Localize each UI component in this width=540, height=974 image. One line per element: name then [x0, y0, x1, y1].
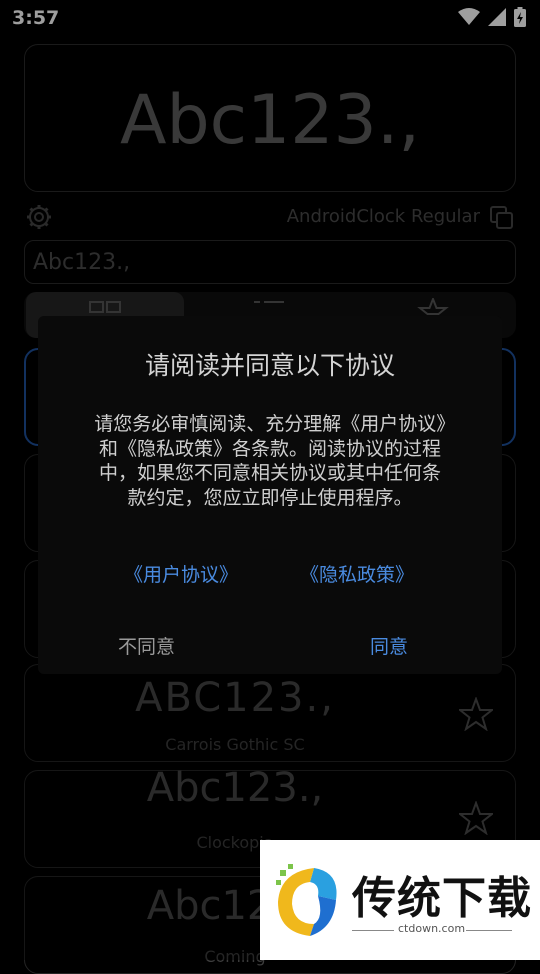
dialog-body: 请您务必审慎阅读、充分理解《用户协议》和《隐私政策》各条款。阅读协议的过程中，如… — [94, 413, 446, 509]
user-agreement-link[interactable]: 《用户协议》 — [124, 560, 238, 587]
watermark-title: 传统下载 — [352, 873, 532, 924]
watermark-divider — [352, 930, 394, 931]
watermark-logo-icon — [276, 864, 337, 936]
dialog-title: 请阅读并同意以下协议 — [144, 351, 395, 380]
agree-button[interactable]: 同意 — [370, 632, 408, 659]
watermark-divider — [466, 930, 512, 931]
agreement-dialog: 请阅读并同意以下协议 请您务必审慎阅读、充分理解《用户协议》和《隐私政策》各条款… — [38, 316, 502, 674]
watermark-badge: 传统下载 ctdown.com — [260, 840, 540, 960]
privacy-policy-link[interactable]: 《隐私政策》 — [300, 560, 414, 587]
disagree-button[interactable]: 不同意 — [118, 632, 175, 659]
watermark-url: ctdown.com — [398, 922, 466, 935]
